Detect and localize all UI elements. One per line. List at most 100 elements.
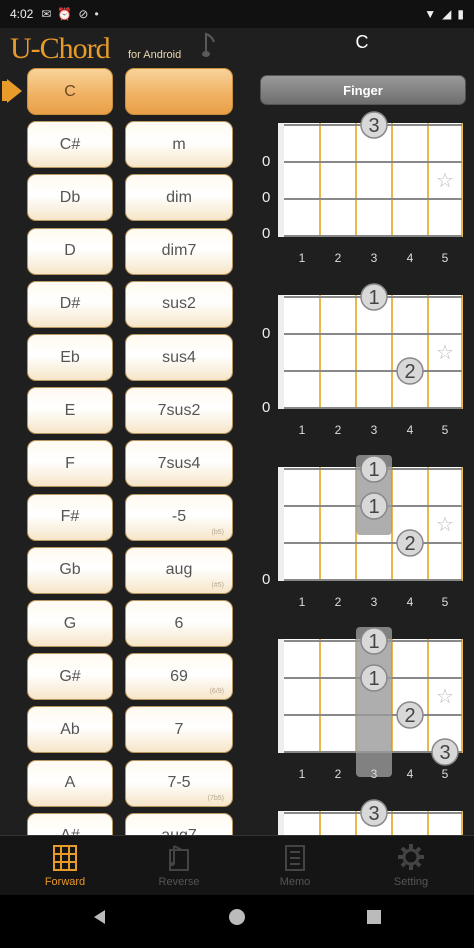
chord-type-alias: (#5)	[211, 581, 224, 589]
chord-type-button[interactable]: 7-5 (7b5)	[125, 759, 233, 807]
finger-number: 3	[368, 115, 379, 137]
app-logo-subtitle: for Android	[128, 49, 182, 61]
fret-number: 3	[370, 767, 378, 781]
chord-type-button[interactable]	[125, 68, 233, 115]
chord-type-label: m	[172, 135, 186, 153]
finger-dot	[360, 283, 388, 311]
favorite-star-icon: ☆	[436, 342, 454, 364]
open-string-mark: 0	[262, 571, 271, 588]
favorite-star-icon: ☆	[436, 686, 454, 708]
bottom-tab-bar: Forward Reverse Memo Setting	[0, 835, 474, 895]
root-note-button[interactable]: C	[27, 68, 113, 115]
fret-number: 4	[406, 423, 414, 437]
root-note-button[interactable]: Gb	[27, 546, 113, 594]
finger-number: 1	[368, 496, 379, 518]
root-note-label: D#	[59, 295, 81, 313]
chord-type-button[interactable]: m	[125, 121, 233, 169]
chord-type-button[interactable]: 7	[125, 706, 233, 754]
chord-type-button[interactable]: sus2	[125, 280, 233, 328]
root-note-button[interactable]: C#	[27, 121, 113, 169]
fret-number: 2	[334, 423, 342, 437]
chord-type-button[interactable]: dim7	[125, 227, 233, 275]
chord-type-alias: (b5)	[211, 528, 224, 536]
chord-type-label: -5	[171, 508, 187, 526]
chord-type-button[interactable]: 7sus4	[125, 440, 233, 488]
open-string-mark: 0	[262, 225, 271, 242]
finger-dot	[360, 111, 388, 139]
chord-type-button[interactable]: 7sus2	[125, 387, 233, 435]
fret-number: 5	[441, 595, 449, 609]
chord-type-button[interactable]: aug (#5)	[125, 546, 233, 594]
root-note-label: F	[65, 454, 75, 472]
root-note-button[interactable]: F	[27, 440, 113, 488]
root-note-button[interactable]: G	[27, 600, 113, 647]
nut	[278, 295, 284, 409]
chord-type-label: 69	[170, 667, 188, 685]
fret-number: 2	[334, 251, 342, 265]
root-note-label: Db	[59, 188, 81, 206]
signal-icon: ◢	[442, 7, 452, 21]
chord-type-button[interactable]: -5 (b5)	[125, 493, 233, 541]
root-note-button[interactable]: Db	[27, 174, 113, 222]
finger-number: 2	[404, 533, 415, 555]
root-note-button[interactable]: E	[27, 387, 113, 435]
fretboard	[284, 123, 462, 237]
root-note-label: Eb	[60, 348, 80, 366]
root-note-button[interactable]: G#	[27, 653, 113, 701]
nut	[278, 811, 284, 835]
tab-forward[interactable]: Forward	[6, 836, 124, 896]
block-icon: ⊘	[78, 7, 89, 21]
fret-number: 3	[370, 251, 378, 265]
finger-dot	[360, 627, 388, 655]
fret-number: 4	[406, 767, 414, 781]
wifi-icon: ▼	[424, 7, 437, 21]
root-note-label: Ab	[60, 720, 80, 738]
favorite-star-icon: ☆	[436, 170, 454, 192]
finger-dot	[396, 701, 424, 729]
root-note-button[interactable]: D#	[27, 280, 113, 328]
system-nav-bar	[0, 895, 474, 948]
fret-number: 5	[441, 251, 449, 265]
fretboard	[284, 295, 462, 409]
tab-memo[interactable]: Memo	[236, 836, 354, 896]
finger-dot	[360, 455, 388, 483]
root-note-button[interactable]: A	[27, 759, 113, 807]
tab-reverse[interactable]: Reverse	[120, 836, 238, 896]
tab-setting[interactable]: Setting	[352, 836, 470, 896]
root-note-label: E	[64, 401, 76, 419]
chord-type-label: sus4	[162, 348, 196, 366]
gear-icon	[398, 844, 424, 870]
chord-type-button[interactable]: dim	[125, 174, 233, 222]
chord-type-label: 6	[174, 614, 184, 632]
tab-memo-label: Memo	[279, 876, 311, 888]
root-note-button[interactable]: F#	[27, 493, 113, 541]
nut	[278, 467, 284, 581]
root-note-button[interactable]: Eb	[27, 334, 113, 381]
alarm-icon: ⏰	[57, 7, 73, 21]
fret-number: 1	[298, 251, 306, 265]
chord-type-button[interactable]: sus4	[125, 334, 233, 381]
finger-button[interactable]: Finger	[260, 75, 466, 105]
fret-number: 1	[298, 423, 306, 437]
finger-dot	[396, 529, 424, 557]
root-note-label: G#	[59, 667, 81, 685]
tab-setting-label: Setting	[393, 876, 429, 888]
grid-icon	[53, 845, 77, 871]
nut	[278, 639, 284, 753]
chord-type-button[interactable]: 69 (6/9)	[125, 653, 233, 701]
root-note-button[interactable]: Ab	[27, 706, 113, 754]
chord-type-label: 7-5	[167, 774, 191, 792]
battery-icon: ▮	[457, 7, 464, 21]
root-note-button[interactable]: D	[27, 227, 113, 275]
home-icon[interactable]	[227, 907, 247, 927]
finger-number: 1	[368, 287, 379, 309]
back-icon[interactable]	[90, 907, 110, 927]
chord-type-button[interactable]: 6	[125, 600, 233, 647]
status-bar: 4:02 ✉ ⏰ ⊘ • ▼ ◢ ▮	[0, 0, 474, 28]
barre	[356, 627, 392, 777]
finger-dot	[431, 738, 459, 766]
recents-icon[interactable]	[364, 907, 384, 927]
app-logo: U-Chord	[10, 32, 111, 65]
root-note-label: C#	[59, 135, 81, 153]
eighth-note-icon	[202, 32, 215, 57]
